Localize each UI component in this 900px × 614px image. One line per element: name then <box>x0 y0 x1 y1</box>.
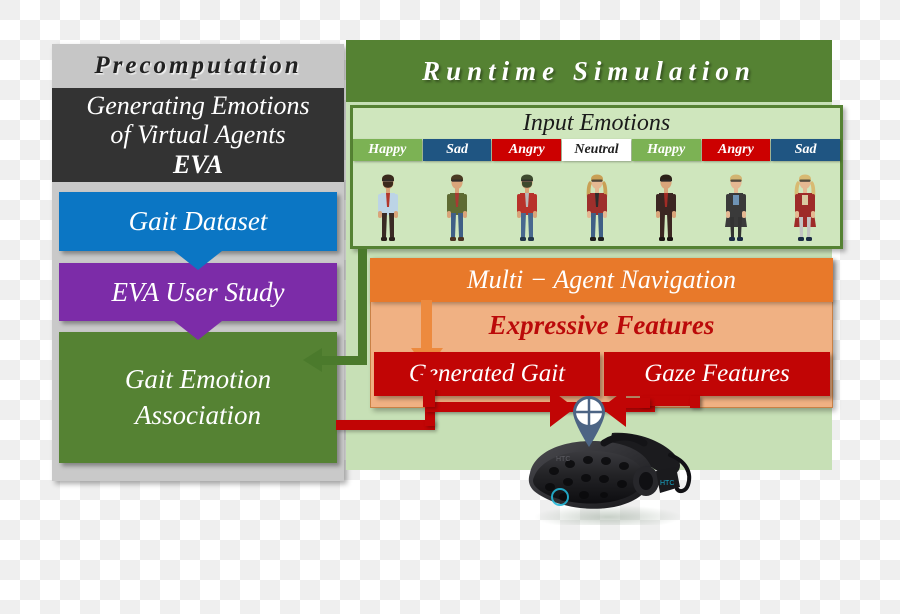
input-emotions-title-row: Input Emotions <box>350 108 843 138</box>
precomputation-header: Precomputation <box>52 44 344 88</box>
connector-arrow-dataset-to-study <box>174 251 222 270</box>
avatar-female-business <box>701 163 771 246</box>
avatar-male-shirt-tie <box>353 163 423 246</box>
location-pin <box>567 392 611 447</box>
multi-agent-navigation-header: Multi − Agent Navigation <box>370 258 833 302</box>
runtime-simulation-title: Runtime Simulation <box>422 55 756 86</box>
avatar-male-suit <box>631 163 701 246</box>
svg-text:HTC: HTC <box>556 456 570 463</box>
emotion-label-neutral-3: Neutral <box>562 139 631 161</box>
eva-subtitle-block: Generating Emotions of Virtual Agents EV… <box>52 88 344 182</box>
avatar-row <box>353 163 840 246</box>
connector-arrow-study-to-association <box>174 321 222 340</box>
avatar-female-plaid-jacket <box>562 163 632 246</box>
avatar-male-red-hoodie <box>492 163 562 246</box>
emotion-label-angry-5: Angry <box>701 139 771 161</box>
gaze-features-box: Gaze Features <box>604 352 830 396</box>
gait-dataset-box: Gait Dataset <box>59 192 337 251</box>
eva-user-study-box: EVA User Study <box>59 263 337 321</box>
eva-acronym: EVA <box>172 150 224 180</box>
emotion-label-happy-0: Happy <box>353 139 422 161</box>
multi-agent-navigation-title: Multi − Agent Navigation <box>466 265 737 294</box>
emotion-label-sad-1: Sad <box>422 139 492 161</box>
expressive-features-label: Expressive Features <box>488 309 715 340</box>
red-path-from-association <box>336 420 435 430</box>
nav-to-gait-arrow-shaft <box>421 300 432 352</box>
red-path-from-gaze-riser <box>690 396 700 408</box>
runtime-simulation-header: Runtime Simulation <box>346 40 832 102</box>
emotion-label-sad-6: Sad <box>771 139 841 161</box>
svg-text:HTC: HTC <box>660 480 674 487</box>
precomputation-title: Precomputation <box>94 52 302 79</box>
gait-emotion-association-box: Gait Emotion Association <box>59 332 337 463</box>
eva-user-study-label: EVA User Study <box>111 276 285 307</box>
diagram-canvas: Precomputation Generating Emotions of Vi… <box>0 0 900 614</box>
red-branch-to-gait-head <box>411 368 445 390</box>
emotion-label-angry-2: Angry <box>492 139 562 161</box>
gait-dataset-label: Gait Dataset <box>128 206 268 236</box>
avatar-male-olive-jacket <box>423 163 493 246</box>
expressive-features-row: Expressive Features <box>370 307 833 343</box>
feedback-arrow-vertical <box>358 249 367 365</box>
eva-subtitle-line1: Generating Emotions <box>86 90 310 120</box>
avatar-female-red-coat <box>770 163 840 246</box>
input-emotions-title: Input Emotions <box>522 109 671 136</box>
gaze-features-label: Gaze Features <box>644 360 790 387</box>
emotion-label-row: Happy Sad Angry Neutral Happy Angry Sad <box>353 139 841 161</box>
eva-subtitle-line2: of Virtual Agents <box>110 119 286 149</box>
gait-emotion-association-label: Gait Emotion Association <box>124 363 272 430</box>
emotion-label-happy-4: Happy <box>631 139 701 161</box>
